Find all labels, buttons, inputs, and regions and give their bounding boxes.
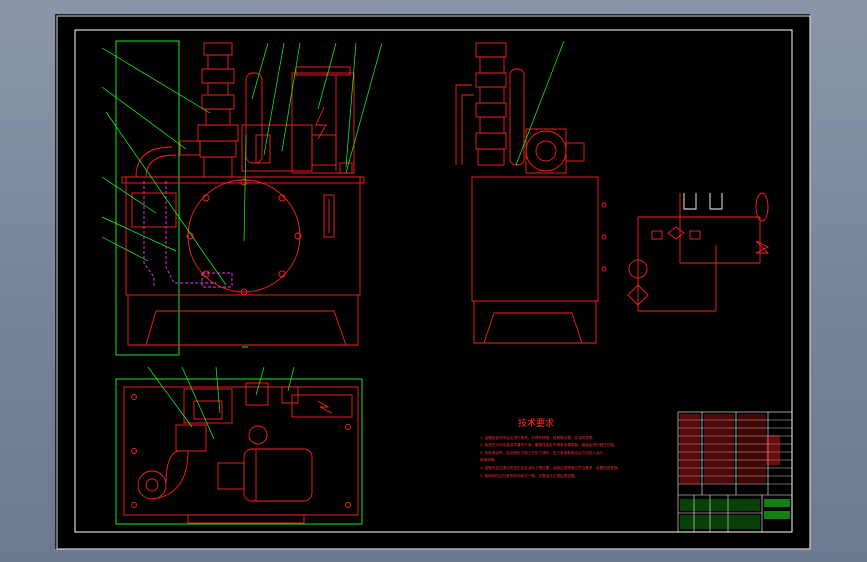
- electric-cabinet: [291, 72, 355, 174]
- tech-requirements-title: 技术要求: [518, 417, 554, 429]
- front-view-construction-box: [115, 40, 180, 356]
- tech-requirement-line: 5. 电机转向应与泵的转向标记一致，空载运行正常后再加载。: [480, 473, 578, 478]
- pump-side: [525, 130, 567, 172]
- tech-requirement-line: 1. 油箱制造完毕后应进行清洗，不得有焊渣、铁屑等杂物，并涂防锈漆。: [480, 435, 596, 440]
- motor-plan: [243, 448, 313, 502]
- side-view: [455, 42, 607, 344]
- title-block-fill: [680, 414, 790, 529]
- motor: [241, 124, 313, 172]
- tank-side: [471, 176, 599, 302]
- tech-requirement-line: 3. 系统调试时，溢流阀压力按工作压力调定，压力表读数稳定后方可投入运行。: [480, 450, 607, 455]
- electric-box-plan: [291, 394, 353, 418]
- technical-requirements: 技术要求 1. 油箱制造完毕后应进行清洗，不得有焊渣、铁屑等杂物，并涂防锈漆。 …: [480, 417, 621, 478]
- hydraulic-station-drawing: 技术要求 1. 油箱制造完毕后应进行清洗，不得有焊渣、铁屑等杂物，并涂防锈漆。 …: [56, 15, 811, 550]
- tank-plan-outline: [123, 386, 359, 516]
- front-view: [115, 40, 365, 356]
- valve-stack: [197, 42, 239, 178]
- drawing-sheet: 技术要求 1. 油箱制造完毕后应进行清洗，不得有焊渣、铁屑等杂物，并涂防锈漆。 …: [55, 14, 811, 550]
- tech-requirement-line: 2. 各液压元件安装前须清洗干净，管路连接处不得有渗漏现象。组装后进行耐压试验。: [480, 442, 618, 447]
- hydraulic-schematic: [627, 192, 770, 312]
- tech-requirement-line: 4. 油箱内加注清洁的液压油至油标上限位置，油液过滤精度应符合要求，定期检查更换…: [480, 465, 621, 470]
- accumulator: [245, 72, 263, 164]
- side-valve-stack: [475, 42, 507, 166]
- tech-requirement-line: 使用说明。: [480, 457, 498, 462]
- top-view: [115, 378, 363, 525]
